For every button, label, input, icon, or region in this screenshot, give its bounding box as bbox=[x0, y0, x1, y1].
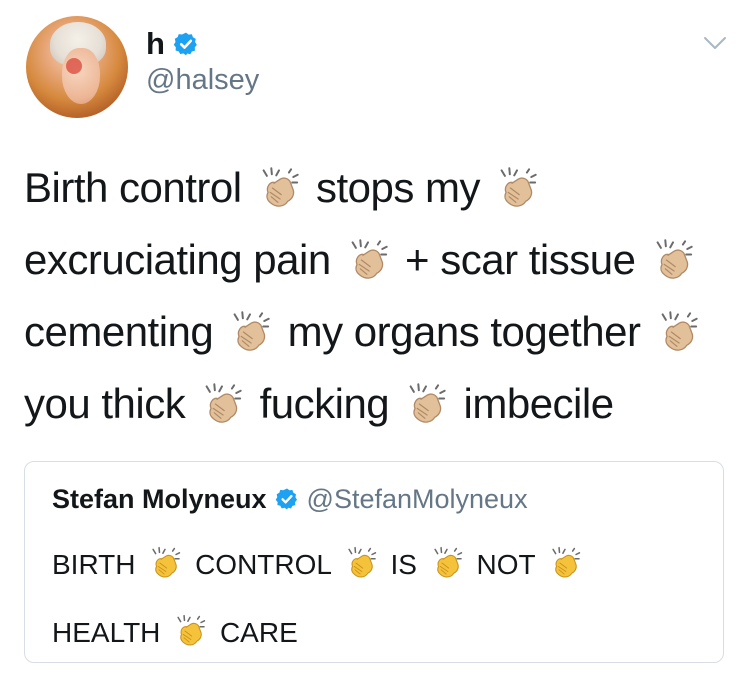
clapping-hands-light-skin-icon bbox=[200, 380, 244, 444]
clapping-hands-light-skin-icon bbox=[257, 164, 301, 228]
clapping-hands-light-skin-icon bbox=[346, 236, 390, 300]
quoted-author-row: Stefan Molyneux @StefanMolyneux bbox=[52, 482, 528, 516]
tweet-text: Birth control stops my excruciating pain… bbox=[24, 156, 734, 444]
clapping-hands-yellow-icon bbox=[552, 546, 581, 578]
clapping-hands-light-skin-icon bbox=[234, 311, 271, 351]
text-segment: my organs together bbox=[287, 308, 641, 355]
verified-badge-icon bbox=[275, 488, 297, 510]
clapping-hands-light-skin-icon bbox=[228, 308, 272, 372]
clapping-hands-yellow-icon bbox=[344, 540, 378, 602]
text-segment: you thick bbox=[24, 380, 186, 427]
text-segment: stops my bbox=[315, 164, 481, 211]
clapping-hands-yellow-icon bbox=[434, 546, 462, 578]
text-segment: CONTROL bbox=[195, 549, 331, 580]
text-segment: NOT bbox=[476, 549, 536, 580]
chevron-down-icon[interactable] bbox=[703, 33, 727, 53]
quoted-tweet-card[interactable]: Stefan Molyneux @StefanMolyneux BIRTH CO… bbox=[24, 461, 724, 663]
clapping-hands-yellow-icon bbox=[152, 546, 181, 578]
clapping-hands-yellow-icon bbox=[177, 614, 206, 646]
clapping-hands-light-skin-icon bbox=[404, 380, 448, 444]
avatar-face bbox=[62, 48, 100, 104]
clapping-hands-light-skin-icon bbox=[651, 236, 695, 300]
clapping-hands-yellow-icon bbox=[173, 608, 207, 670]
author-name-row[interactable]: h bbox=[146, 27, 199, 61]
text-segment: + scar tissue bbox=[405, 236, 636, 283]
clapping-hands-light-skin-icon bbox=[500, 167, 537, 207]
verified-badge-icon bbox=[173, 32, 197, 56]
clapping-hands-yellow-icon bbox=[430, 540, 464, 602]
avatar-flower bbox=[66, 58, 82, 74]
author-display-name[interactable]: h bbox=[146, 27, 165, 61]
clapping-hands-light-skin-icon bbox=[656, 308, 700, 372]
clapping-hands-yellow-icon bbox=[148, 540, 182, 602]
clapping-hands-light-skin-icon bbox=[656, 239, 693, 279]
quoted-tweet-text: BIRTH CONTROL IS NOT HEALTH CARE bbox=[52, 534, 702, 670]
text-segment: CARE bbox=[219, 617, 298, 648]
clapping-hands-light-skin-icon bbox=[206, 383, 243, 423]
text-segment: Birth control bbox=[24, 164, 242, 211]
quoted-handle: @StefanMolyneux bbox=[306, 484, 528, 514]
text-segment: IS bbox=[390, 549, 417, 580]
text-segment: HEALTH bbox=[52, 617, 161, 648]
clapping-hands-light-skin-icon bbox=[351, 239, 388, 279]
text-segment: excruciating pain bbox=[24, 236, 331, 283]
text-segment: cementing bbox=[24, 308, 214, 355]
clapping-hands-yellow-icon bbox=[348, 546, 376, 578]
clapping-hands-light-skin-icon bbox=[409, 383, 447, 423]
text-segment: imbecile bbox=[463, 380, 615, 427]
clapping-hands-light-skin-icon bbox=[262, 167, 299, 207]
text-segment: BIRTH bbox=[52, 549, 136, 580]
clapping-hands-light-skin-icon bbox=[661, 311, 698, 351]
clapping-hands-light-skin-icon bbox=[495, 164, 539, 228]
author-handle[interactable]: @halsey bbox=[146, 64, 259, 97]
text-segment: fucking bbox=[259, 380, 390, 427]
clapping-hands-yellow-icon bbox=[548, 540, 582, 602]
profile-avatar[interactable] bbox=[26, 16, 128, 118]
quoted-display-name: Stefan Molyneux bbox=[52, 484, 267, 514]
